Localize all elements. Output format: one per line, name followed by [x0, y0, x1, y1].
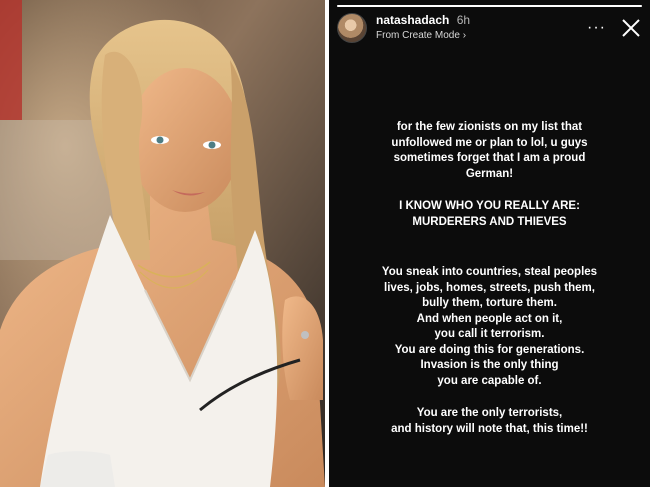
header-actions: ···: [587, 17, 642, 39]
story-line: you are capable of.: [437, 374, 542, 387]
story-line: Invasion is the only thing: [420, 359, 559, 372]
timestamp: 6h: [456, 13, 471, 28]
close-icon[interactable]: [620, 17, 642, 39]
story-paragraph-3: You sneak into countries, steal peoples …: [339, 265, 640, 389]
story-line: You are the only terrorists,: [416, 407, 563, 420]
story-progress-bar: [337, 5, 642, 7]
story-line: lives, jobs, homes, streets, push them,: [384, 281, 595, 294]
story-header: natashadach 6h From Create Mode › ···: [337, 12, 642, 44]
story-line: sometimes forget that I am a proud: [393, 152, 586, 165]
create-mode-link[interactable]: From Create Mode ›: [376, 30, 470, 42]
story-line: you call it terrorism.: [434, 328, 545, 341]
portrait-image: [0, 0, 325, 487]
story-line: bully them, torture them.: [422, 297, 557, 310]
story-line: I KNOW WHO YOU REALLY ARE:: [399, 200, 580, 213]
story-paragraph-1: for the few zionists on my list that unf…: [339, 120, 640, 182]
story-line: You are doing this for generations.: [394, 343, 585, 356]
chevron-right-icon: ›: [462, 30, 467, 42]
username-row: natashadach 6h: [376, 13, 471, 28]
story-line: and history will note that, this time!!: [391, 422, 588, 435]
story-progress-fill: [337, 5, 642, 7]
story-line: You sneak into countries, steal peoples: [381, 266, 598, 279]
more-options-icon[interactable]: ···: [587, 20, 606, 36]
story-viewer: natashadach 6h From Create Mode › ··· fo…: [329, 0, 650, 487]
profile-photo: [0, 0, 325, 487]
story-line: MURDERERS AND THIEVES: [412, 215, 567, 228]
story-paragraph-4: You are the only terrorists, and history…: [339, 406, 640, 437]
story-author-info: natashadach 6h From Create Mode ›: [376, 13, 471, 42]
create-mode-label: From Create Mode: [376, 30, 460, 42]
avatar[interactable]: [337, 13, 367, 43]
story-text: for the few zionists on my list that unf…: [339, 120, 640, 454]
story-line: German!: [465, 167, 514, 180]
story-paragraph-2: I KNOW WHO YOU REALLY ARE: MURDERERS AND…: [339, 199, 640, 230]
story-line: And when people act on it,: [416, 312, 563, 325]
username[interactable]: natashadach: [376, 13, 449, 27]
story-line: unfollowed me or plan to lol, u guys: [391, 136, 588, 149]
story-line: for the few zionists on my list that: [396, 121, 583, 133]
